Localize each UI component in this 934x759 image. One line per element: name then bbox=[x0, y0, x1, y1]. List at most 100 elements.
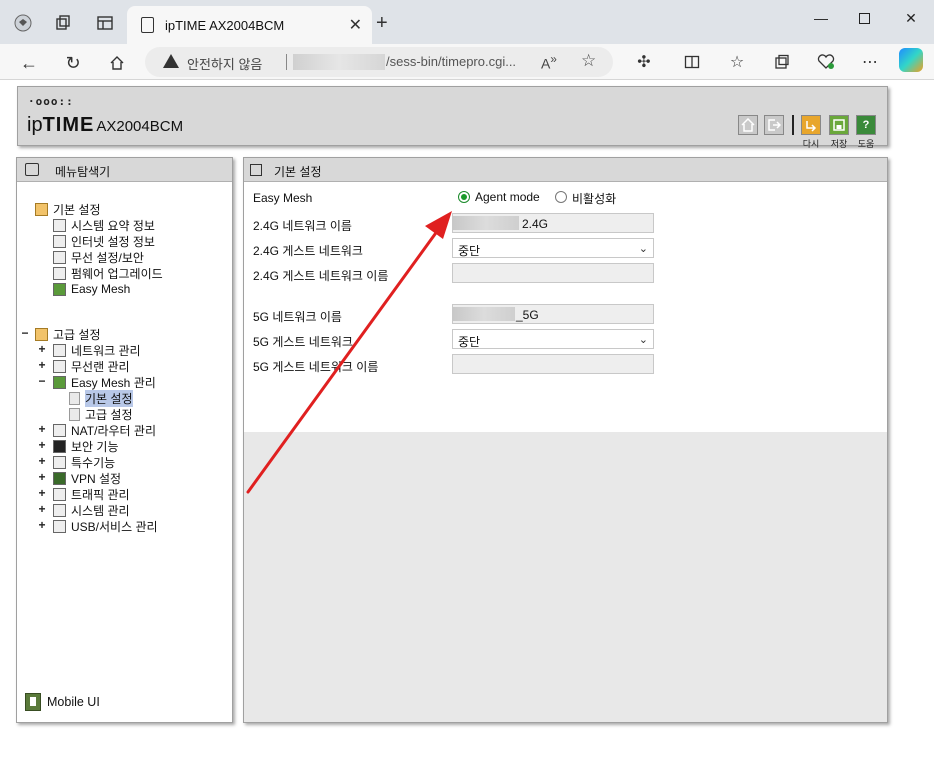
router-page: ·ooo:: ipTIMEAX2004BCM 다시 저장 ? 도움 메뉴탐색기 bbox=[0, 80, 934, 759]
logo-time: TIME bbox=[42, 114, 95, 136]
tree-item-mesh-basic[interactable]: 기본 설정 bbox=[69, 389, 133, 407]
help-label: 도움 bbox=[857, 139, 875, 149]
tree-item-easy-mesh[interactable]: Easy Mesh bbox=[53, 281, 130, 297]
collections-icon[interactable] bbox=[770, 50, 794, 74]
tab-active[interactable]: ipTIME AX2004BCM ✕ bbox=[127, 6, 372, 44]
guest5-label: 5G 게스트 네트워크 bbox=[253, 335, 353, 349]
minimize-icon[interactable]: — bbox=[806, 8, 836, 28]
home-button[interactable] bbox=[738, 115, 758, 135]
net5-name-field[interactable]: _5G bbox=[452, 304, 654, 324]
tree-expander[interactable]: − bbox=[20, 326, 30, 340]
tree-expander[interactable]: + bbox=[37, 486, 47, 500]
tree-item-usb-service[interactable]: USB/서비스 관리 bbox=[53, 518, 158, 534]
tab-actions-icon[interactable] bbox=[94, 12, 116, 34]
tree-item-wlan-mgmt[interactable]: 무선랜 관리 bbox=[53, 358, 130, 374]
magnifier-icon bbox=[25, 163, 39, 176]
monitor-icon bbox=[53, 234, 66, 248]
favorites-icon[interactable]: ☆ bbox=[725, 50, 749, 74]
tree-item-network-mgmt[interactable]: 네트워크 관리 bbox=[53, 342, 141, 358]
logo-dots: ·ooo:: bbox=[28, 95, 74, 108]
split-screen-icon[interactable] bbox=[680, 50, 704, 74]
home-icon[interactable] bbox=[104, 50, 130, 76]
new-tab-icon[interactable]: + bbox=[376, 12, 388, 35]
tree-basic-settings[interactable]: 기본 설정 bbox=[35, 201, 101, 217]
tree-expander[interactable]: + bbox=[37, 470, 47, 484]
agent-mode-label[interactable]: Agent mode bbox=[475, 190, 540, 204]
tree-item-mesh-advanced[interactable]: 고급 설정 bbox=[69, 406, 133, 422]
tree-item-wireless-security[interactable]: 무선 설정/보안 bbox=[53, 249, 144, 265]
save-button[interactable] bbox=[829, 115, 849, 135]
logo-ip: ip bbox=[27, 114, 43, 136]
tree-item-security[interactable]: 보안 기능 bbox=[53, 438, 119, 454]
tree-item-label: 보안 기능 bbox=[71, 439, 119, 454]
tree-expander[interactable]: + bbox=[37, 422, 47, 436]
redacted-host bbox=[293, 54, 385, 70]
menu-explorer: 메뉴탐색기 기본 설정 시스템 요약 정보 인터넷 설정 정보 무선 설정/보안 bbox=[16, 157, 233, 723]
tree-item-label: 고급 설정 bbox=[85, 407, 133, 422]
more-menu-icon[interactable]: ⋯ bbox=[858, 50, 882, 74]
back-icon[interactable]: ← bbox=[16, 50, 42, 76]
favorite-star-icon[interactable]: ☆ bbox=[581, 51, 596, 71]
mobile-ui-link[interactable]: Mobile UI bbox=[25, 693, 100, 711]
header-divider bbox=[792, 115, 794, 135]
tree-item-nat-router[interactable]: NAT/라우터 관리 bbox=[53, 422, 156, 438]
read-aloud-icon[interactable]: A» bbox=[541, 53, 557, 72]
disable-radio[interactable] bbox=[555, 191, 567, 203]
copilot-icon[interactable] bbox=[899, 48, 923, 72]
tree-expander[interactable]: + bbox=[37, 342, 47, 356]
net5-name-suffix: _5G bbox=[516, 308, 539, 322]
url-separator bbox=[286, 54, 287, 70]
window-close-icon[interactable]: ✕ bbox=[896, 8, 926, 28]
tree-basic-settings-label: 기본 설정 bbox=[53, 202, 101, 217]
traffic-graph-icon bbox=[53, 487, 66, 501]
agent-mode-radio[interactable] bbox=[458, 191, 470, 203]
disable-label[interactable]: 비활성화 bbox=[572, 190, 616, 207]
tree-expander[interactable]: + bbox=[37, 438, 47, 452]
tree-advanced-settings-label: 고급 설정 bbox=[53, 327, 101, 342]
guest5-value: 중단 bbox=[458, 335, 481, 349]
guest5-select[interactable]: 중단 ⌄ bbox=[452, 329, 654, 349]
profile-icon[interactable] bbox=[12, 12, 34, 34]
tree-expander[interactable]: + bbox=[37, 358, 47, 372]
tree-item-system-summary[interactable]: 시스템 요약 정보 bbox=[53, 217, 155, 233]
tree-expander[interactable]: + bbox=[37, 502, 47, 516]
logo: ipTIME AX2004BCM bbox=[27, 114, 183, 137]
tree-advanced-settings[interactable]: 고급 설정 bbox=[35, 326, 101, 342]
help-icon: ? bbox=[862, 119, 870, 131]
guest24-name-field[interactable] bbox=[452, 263, 654, 283]
tree-item-easy-mesh-mgmt[interactable]: Easy Mesh 관리 bbox=[53, 374, 156, 390]
tab-title: ipTIME AX2004BCM bbox=[165, 18, 285, 33]
net24-name-field[interactable]: 2.4G bbox=[452, 213, 654, 233]
lock-icon bbox=[53, 439, 66, 453]
tree-item-firmware-upgrade[interactable]: 펌웨어 업그레이드 bbox=[53, 265, 163, 281]
wifi-icon bbox=[53, 250, 66, 264]
chevron-down-icon: ⌄ bbox=[638, 334, 648, 346]
tree-item-vpn[interactable]: VPN 설정 bbox=[53, 470, 121, 486]
guest24-select[interactable]: 중단 ⌄ bbox=[452, 238, 654, 258]
guest5-name-field[interactable] bbox=[452, 354, 654, 374]
tree-expander[interactable]: − bbox=[37, 374, 47, 388]
tree-item-traffic[interactable]: 트래픽 관리 bbox=[53, 486, 130, 502]
url-field[interactable]: 안전하지 않음 /sess-bin/timepro.cgi... A» ☆ bbox=[145, 47, 613, 77]
tree-expander[interactable]: + bbox=[37, 454, 47, 468]
tree-item-internet-info[interactable]: 인터넷 설정 정보 bbox=[53, 233, 155, 249]
browser-essentials-icon[interactable] bbox=[814, 50, 838, 74]
tree-expander[interactable]: + bbox=[37, 518, 47, 532]
mesh-icon bbox=[53, 282, 66, 296]
folder-icon bbox=[35, 327, 48, 341]
security-warning[interactable]: 안전하지 않음 bbox=[187, 54, 262, 73]
refresh-button[interactable] bbox=[801, 115, 821, 135]
chart-icon bbox=[53, 218, 66, 232]
help-button[interactable]: ? bbox=[856, 115, 876, 135]
close-tab-icon[interactable]: ✕ bbox=[349, 15, 362, 35]
workspaces-icon[interactable] bbox=[52, 12, 74, 34]
upgrade-icon bbox=[53, 266, 66, 280]
tree-item-system[interactable]: 시스템 관리 bbox=[53, 502, 130, 518]
logout-button[interactable] bbox=[764, 115, 784, 135]
extensions-icon[interactable]: ✣ bbox=[632, 50, 656, 74]
maximize-icon[interactable] bbox=[849, 8, 879, 28]
save-icon bbox=[833, 119, 845, 131]
guest5-name-label: 5G 게스트 네트워크 이름 bbox=[253, 360, 379, 374]
tree-item-special[interactable]: 특수기능 bbox=[53, 454, 115, 470]
reload-icon[interactable]: ↻ bbox=[60, 50, 86, 76]
